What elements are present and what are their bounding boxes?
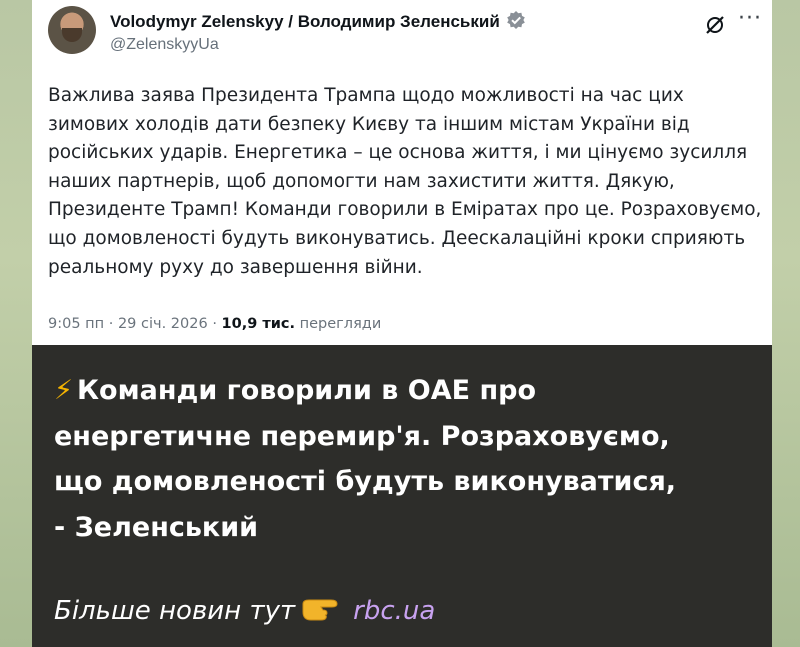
message-bubble: Volodymyr Zelenskyy / Володимир Зеленськ… xyxy=(32,0,772,647)
verified-badge-icon xyxy=(506,11,525,29)
tweet-text: Важлива заява Президента Трампа щодо мож… xyxy=(48,82,768,282)
caption-line-text: Команди говорили в ОАЕ про xyxy=(76,375,536,406)
pointing-hand-icon xyxy=(302,599,338,621)
tweet-text-line: російських ударів. Енергетика – це основ… xyxy=(48,142,748,164)
caption-line: ⚡ Команди говорили в ОАЕ про xyxy=(54,368,754,414)
grok-icon[interactable] xyxy=(704,14,726,36)
views-label: перегляди xyxy=(299,316,382,332)
author-name[interactable]: Volodymyr Zelenskyy / Володимир Зеленськ… xyxy=(110,10,526,32)
tweet-timestamp[interactable]: 9:05 пп · 29 січ. 2026 · xyxy=(48,316,217,332)
tweet-text-line: наших партнерів, щоб допомогти нам захис… xyxy=(48,170,675,192)
tweet-meta: 9:05 пп · 29 січ. 2026 · 10,9 тис. перег… xyxy=(48,316,381,332)
tweet-text-line: реальному руху до завершення війни. xyxy=(48,256,423,278)
tweet-text-line: Президенте Трамп! Команди говорили в Емі… xyxy=(48,199,762,221)
caption-line: енергетичне перемир'я. Розраховуємо, xyxy=(54,420,670,452)
avatar[interactable] xyxy=(48,6,96,54)
author-handle[interactable]: @ZelenskyyUa xyxy=(110,36,219,54)
caption-line: - Зеленський xyxy=(54,511,259,543)
caption-line: що домовленості будуть виконуватися, xyxy=(54,466,677,497)
footer-text: Більше новин тут xyxy=(54,596,296,626)
tweet-text-line: що домовленості будуть виконуватись. Дее… xyxy=(48,227,746,249)
more-icon[interactable]: ··· xyxy=(738,6,762,31)
author-name-text: Volodymyr Zelenskyy / Володимир Зеленськ… xyxy=(110,12,500,31)
tweet-card[interactable]: Volodymyr Zelenskyy / Володимир Зеленськ… xyxy=(32,0,772,345)
message-footer: Більше новин тут rbc.ua xyxy=(54,596,435,626)
bolt-icon: ⚡ xyxy=(54,375,73,406)
tweet-text-line: Важлива заява Президента Трампа щодо мож… xyxy=(48,85,684,106)
views-count[interactable]: 10,9 тис. xyxy=(222,316,296,332)
message-caption: ⚡ Команди говорили в ОАЕ про енергетичне … xyxy=(54,368,754,550)
rbc-link[interactable]: rbc.ua xyxy=(353,596,435,626)
tweet-text-line: зимових холодів дати безпеку Києву та ін… xyxy=(48,113,690,135)
